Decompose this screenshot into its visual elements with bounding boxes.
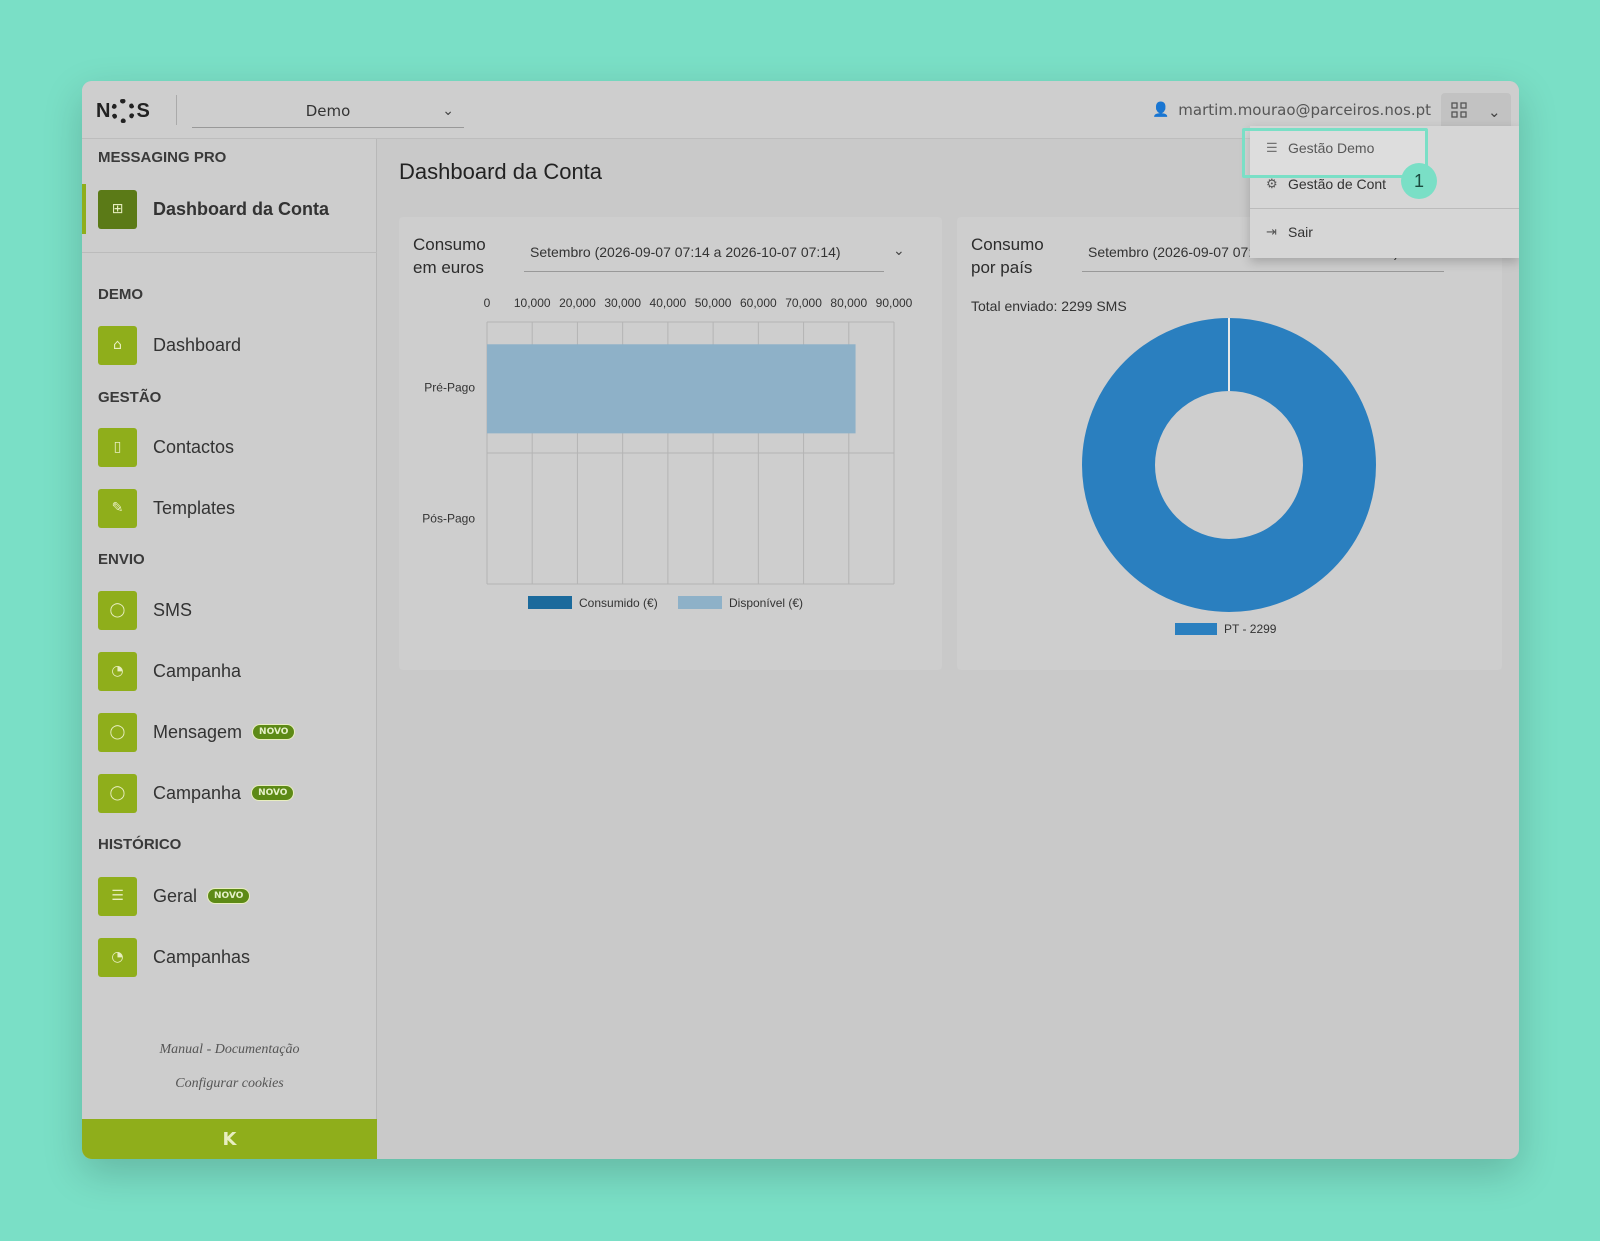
sidebar-item-label: Campanhas bbox=[153, 946, 251, 967]
x-tick-label: 0 bbox=[484, 296, 491, 310]
sidebar-item-dashboard-da-conta[interactable]: ⊞ Dashboard da Conta bbox=[82, 184, 377, 234]
x-tick-label: 10,000 bbox=[514, 296, 551, 310]
x-tick-label: 60,000 bbox=[740, 296, 777, 310]
menu-divider bbox=[1250, 208, 1519, 209]
sidebar-section-demo: DEMO bbox=[98, 286, 143, 303]
bar-chart: 0 10,000 20,000 30,000 40,000 50,000 60,000 70,… bbox=[422, 296, 913, 610]
new-badge: NOVO bbox=[251, 785, 295, 801]
legend-swatch bbox=[1175, 623, 1217, 635]
collapse-icon: K bbox=[222, 1128, 237, 1150]
app-window: N S Demo ⌄ 👤 martim.mourao@parceiros.nos… bbox=[82, 81, 1519, 1159]
menu-highlight-box bbox=[1242, 128, 1428, 178]
x-tick-label: 90,000 bbox=[876, 296, 913, 310]
new-badge: NOVO bbox=[207, 888, 251, 904]
sidebar-section-envio: ENVIO bbox=[98, 551, 145, 568]
sidebar-section-messaging-pro: MESSAGING PRO bbox=[98, 149, 227, 166]
sidebar-item-geral[interactable]: ☰ Geral NOVO bbox=[82, 871, 377, 921]
sidebar-item-label: Templates bbox=[153, 497, 236, 518]
user-area: 👤 martim.mourao@parceiros.nos.pt bbox=[1152, 101, 1431, 119]
consumption-country-card: Consumo por país Setembro (2026-09-07 07… bbox=[957, 217, 1502, 670]
sidebar-item-label: Campanha bbox=[153, 660, 242, 681]
sidebar: MESSAGING PRO ⊞ Dashboard da Conta DEMO … bbox=[82, 139, 377, 1159]
sidebar-item-sms[interactable]: ◯ SMS bbox=[82, 585, 377, 635]
sidebar-item-label: Campanha bbox=[153, 782, 242, 803]
sidebar-section-historico: HISTÓRICO bbox=[98, 836, 182, 853]
sidebar-item-campanha[interactable]: ◔ Campanha bbox=[82, 646, 377, 696]
y-category-label: Pré-Pago bbox=[424, 381, 475, 395]
x-tick-label: 20,000 bbox=[559, 296, 596, 310]
menu-item-label: Gestão de Cont bbox=[1288, 176, 1387, 192]
chat-icon: ◯ bbox=[98, 712, 137, 752]
legend-label: Disponível (€) bbox=[729, 596, 803, 610]
new-badge: NOVO bbox=[252, 724, 296, 740]
menu-item-sair[interactable]: ⇥ Sair bbox=[1250, 214, 1519, 250]
menu-item-label: Sair bbox=[1288, 224, 1313, 240]
manual-link[interactable]: Manual - Documentação bbox=[82, 1042, 377, 1058]
legend-label: PT - 2299 bbox=[1224, 622, 1277, 636]
x-tick-label: 70,000 bbox=[785, 296, 822, 310]
sidebar-item-label: Dashboard da Conta bbox=[153, 198, 330, 219]
logo-letter-n: N bbox=[96, 99, 111, 122]
sidebar-item-label: Geral bbox=[153, 885, 198, 906]
chat-icon: ◯ bbox=[98, 773, 137, 813]
user-icon: 👤 bbox=[1152, 102, 1170, 118]
sidebar-item-label: Contactos bbox=[153, 436, 235, 457]
account-select[interactable]: Demo ⌄ bbox=[192, 95, 464, 128]
legend-label: Consumido (€) bbox=[579, 596, 658, 610]
sidebar-item-campanhas[interactable]: ◔ Campanhas bbox=[82, 932, 377, 982]
edit-icon: ✎ bbox=[98, 488, 137, 528]
y-category-label: Pós-Pago bbox=[422, 512, 475, 526]
x-tick-label: 40,000 bbox=[650, 296, 687, 310]
sidebar-item-dashboard[interactable]: ⌂ Dashboard bbox=[82, 320, 377, 370]
nos-logo[interactable]: N S bbox=[96, 99, 150, 123]
legend-swatch bbox=[678, 596, 722, 609]
account-select-value: Demo bbox=[305, 102, 351, 120]
gear-icon: ⚙ bbox=[1266, 176, 1278, 191]
x-tick-label: 50,000 bbox=[695, 296, 732, 310]
bar-disponivel[interactable] bbox=[487, 344, 856, 434]
chevron-down-icon: ⌄ bbox=[1488, 103, 1501, 121]
cookies-link[interactable]: Configurar cookies bbox=[82, 1076, 377, 1092]
collapse-sidebar-button[interactable]: K bbox=[82, 1119, 377, 1159]
grid-icon bbox=[1451, 102, 1467, 122]
sidebar-item-label: SMS bbox=[153, 599, 193, 620]
sidebar-item-contactos[interactable]: ▯ Contactos bbox=[82, 422, 377, 472]
sidebar-divider bbox=[82, 252, 377, 253]
sidebar-item-label: Dashboard bbox=[153, 334, 242, 355]
megaphone-icon: ◔ bbox=[98, 937, 137, 977]
chevron-down-icon: ⌄ bbox=[442, 103, 454, 119]
sidebar-item-label: Mensagem bbox=[153, 721, 243, 742]
database-icon: ☰ bbox=[98, 876, 137, 916]
home-icon: ⌂ bbox=[98, 325, 137, 365]
logout-icon: ⇥ bbox=[1266, 224, 1277, 239]
legend-swatch bbox=[528, 596, 572, 609]
page-title: Dashboard da Conta bbox=[399, 159, 603, 184]
grid-icon: ⊞ bbox=[98, 189, 137, 229]
logo-divider bbox=[176, 95, 177, 125]
chat-icon: ◯ bbox=[98, 590, 137, 630]
consumption-euros-card: Consumo em euros Setembro (2026-09-07 07… bbox=[399, 217, 942, 670]
x-tick-label: 80,000 bbox=[830, 296, 867, 310]
sidebar-section-gestao: GESTÃO bbox=[98, 389, 162, 406]
sidebar-item-templates[interactable]: ✎ Templates bbox=[82, 483, 377, 533]
step-badge: 1 bbox=[1401, 163, 1437, 199]
megaphone-icon: ◔ bbox=[98, 651, 137, 691]
x-tick-label: 30,000 bbox=[604, 296, 641, 310]
logo-letter-s: S bbox=[136, 99, 150, 122]
logo-ring-icon bbox=[111, 99, 136, 123]
sidebar-item-mensagem[interactable]: ◯ Mensagem NOVO bbox=[82, 707, 377, 757]
phone-icon: ▯ bbox=[98, 427, 137, 467]
donut-chart: PT - 2299 bbox=[1082, 318, 1376, 636]
sidebar-item-campanha-novo[interactable]: ◯ Campanha NOVO bbox=[82, 768, 377, 818]
user-email: martim.mourao@parceiros.nos.pt bbox=[1178, 101, 1431, 119]
